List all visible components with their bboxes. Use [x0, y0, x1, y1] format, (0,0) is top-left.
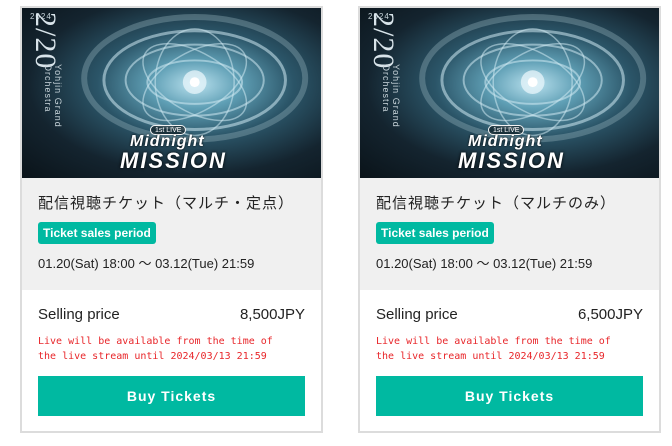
ticket-title: 配信視聴チケット（マルチ・定点） — [38, 195, 295, 212]
artwork-logo-line2: MISSION — [458, 148, 565, 173]
artwork-ensemble-name: Yohjin Grand Orchestra — [381, 64, 401, 128]
price-label: Selling price — [38, 305, 120, 323]
ticket-info: 配信視聴チケット（マルチのみ） Ticket sales period 01.2… — [360, 178, 659, 290]
ticket-card: 2024 2/20 Yohjin Grand Orchestra 1st LIV… — [358, 6, 661, 433]
sales-period-badge: Ticket sales period — [38, 222, 156, 244]
ticket-card: 2024 2/20 Yohjin Grand Orchestra 1st LIV… — [20, 6, 323, 433]
availability-note: Live will be available from the time of … — [376, 334, 643, 364]
price-row: Selling price 6,500JPY — [376, 304, 643, 324]
ticket-purchase-section: Selling price 8,500JPY Live will be avai… — [22, 290, 321, 416]
availability-note-line: Live will be available from the time of — [38, 336, 273, 347]
price-value: 6,500JPY — [577, 305, 643, 323]
price-row: Selling price 8,500JPY — [38, 304, 305, 324]
availability-note-line: the live stream until 2024/03/13 21:59 — [376, 351, 605, 362]
artwork-date: 2/20 — [367, 12, 400, 70]
artwork-date: 2/20 — [29, 12, 62, 70]
availability-note: Live will be available from the time of … — [38, 334, 305, 364]
ticket-purchase-section: Selling price 6,500JPY Live will be avai… — [360, 290, 659, 416]
availability-note-line: the live stream until 2024/03/13 21:59 — [38, 351, 267, 362]
ticket-title: 配信視聴チケット（マルチのみ） — [376, 195, 617, 212]
price-label: Selling price — [376, 305, 458, 323]
event-artwork: 2024 2/20 Yohjin Grand Orchestra 1st LIV… — [22, 8, 321, 178]
buy-tickets-button[interactable]: Buy Tickets — [376, 376, 643, 416]
buy-tickets-button[interactable]: Buy Tickets — [38, 376, 305, 416]
ticket-info: 配信視聴チケット（マルチ・定点） Ticket sales period 01.… — [22, 178, 321, 290]
sales-period-badge: Ticket sales period — [376, 222, 494, 244]
availability-note-line: Live will be available from the time of — [376, 336, 611, 347]
event-artwork: 2024 2/20 Yohjin Grand Orchestra 1st LIV… — [360, 8, 659, 178]
artwork-ensemble-name: Yohjin Grand Orchestra — [43, 64, 63, 128]
ticket-list: 2024 2/20 Yohjin Grand Orchestra 1st LIV… — [0, 0, 672, 446]
artwork-logo-line2: MISSION — [120, 148, 227, 173]
sales-period-dates: 01.20(Sat) 18:00 〜 03.12(Tue) 21:59 — [38, 256, 255, 271]
price-value: 8,500JPY — [239, 305, 305, 323]
sales-period-dates: 01.20(Sat) 18:00 〜 03.12(Tue) 21:59 — [376, 256, 593, 271]
